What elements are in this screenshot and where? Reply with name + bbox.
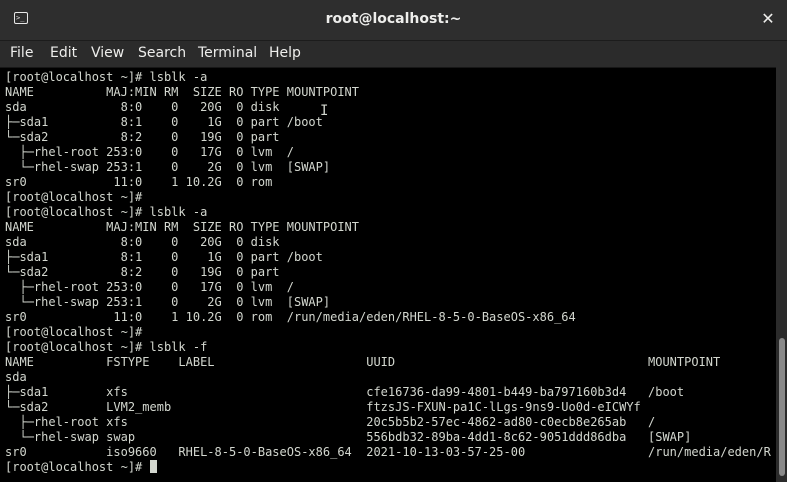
- terminal-line: NAME FSTYPE LABEL UUID MOUNTPOINT: [5, 355, 721, 369]
- terminal-line: [root@localhost ~]# lsblk -a: [5, 70, 208, 84]
- scrollbar-thumb[interactable]: [779, 338, 785, 476]
- terminal-line: └─sda2 8:2 0 19G 0 part: [5, 265, 280, 279]
- menu-help[interactable]: Help: [269, 45, 301, 61]
- terminal-line: └─rhel-swap 253:1 0 2G 0 lvm [SWAP]: [5, 295, 331, 309]
- terminal-line: sr0 iso9660 RHEL-8-5-0-BaseOS-x86_64 202…: [5, 445, 771, 459]
- menu-search[interactable]: Search: [138, 45, 186, 61]
- mouse-ibeam-icon: I: [320, 103, 329, 119]
- terminal-line: └─sda2 8:2 0 19G 0 part: [5, 130, 280, 144]
- text-cursor: [149, 460, 157, 473]
- close-button[interactable]: ✕: [757, 8, 779, 30]
- prompt: [root@localhost ~]#: [5, 460, 150, 474]
- menu-bar: File Edit View Search Terminal Help: [0, 41, 787, 67]
- window-title: root@localhost:~: [325, 11, 462, 27]
- terminal-line: ├─rhel-root 253:0 0 17G 0 lvm /: [5, 280, 294, 294]
- terminal-line: └─sda2 LVM2_memb ftzsJS-FXUN-pa1C-lLgs-9…: [5, 400, 641, 414]
- terminal-line: sda 8:0 0 20G 0 disk: [5, 235, 280, 249]
- title-bar[interactable]: >_ root@localhost:~ ✕: [0, 0, 787, 41]
- terminal-window: >_ root@localhost:~ ✕ File Edit View Sea…: [0, 0, 787, 482]
- terminal-line: [root@localhost ~]# lsblk -a: [5, 205, 208, 219]
- terminal-line: sr0 11:0 1 10.2G 0 rom /run/media/eden/R…: [5, 310, 576, 324]
- terminal-line: sda: [5, 370, 27, 384]
- terminal-line: ├─rhel-root xfs 20c5b5b2-57ec-4862-ad80-…: [5, 415, 656, 429]
- terminal-line: NAME MAJ:MIN RM SIZE RO TYPE MOUNTPOINT: [5, 85, 360, 99]
- terminal-line: ├─sda1 8:1 0 1G 0 part /boot: [5, 115, 323, 129]
- terminal-line: ├─sda1 8:1 0 1G 0 part /boot: [5, 250, 323, 264]
- terminal-line: NAME MAJ:MIN RM SIZE RO TYPE MOUNTPOINT: [5, 220, 360, 234]
- menu-view[interactable]: View: [91, 45, 124, 61]
- terminal-line: └─rhel-swap 253:1 0 2G 0 lvm [SWAP]: [5, 160, 331, 174]
- terminal-line: └─rhel-swap swap 556bdb32-89ba-4dd1-8c62…: [5, 430, 692, 444]
- terminal-line: [root@localhost ~]#: [5, 190, 143, 204]
- menu-edit[interactable]: Edit: [50, 45, 77, 61]
- scrollbar[interactable]: [776, 68, 787, 481]
- terminal-line: ├─sda1 xfs cfe16736-da99-4801-b449-ba797…: [5, 385, 685, 399]
- terminal-line: ├─rhel-root 253:0 0 17G 0 lvm /: [5, 145, 294, 159]
- terminal-line: sr0 11:0 1 10.2G 0 rom: [5, 175, 273, 189]
- terminal-line: sda 8:0 0 20G 0 disk: [5, 100, 280, 114]
- terminal-output[interactable]: [root@localhost ~]# lsblk -a NAME MAJ:MI…: [0, 67, 776, 482]
- terminal-line: [root@localhost ~]#: [5, 325, 143, 339]
- menu-terminal[interactable]: Terminal: [198, 45, 257, 61]
- menu-file[interactable]: File: [10, 45, 33, 61]
- terminal-line: [root@localhost ~]# lsblk -f: [5, 340, 208, 354]
